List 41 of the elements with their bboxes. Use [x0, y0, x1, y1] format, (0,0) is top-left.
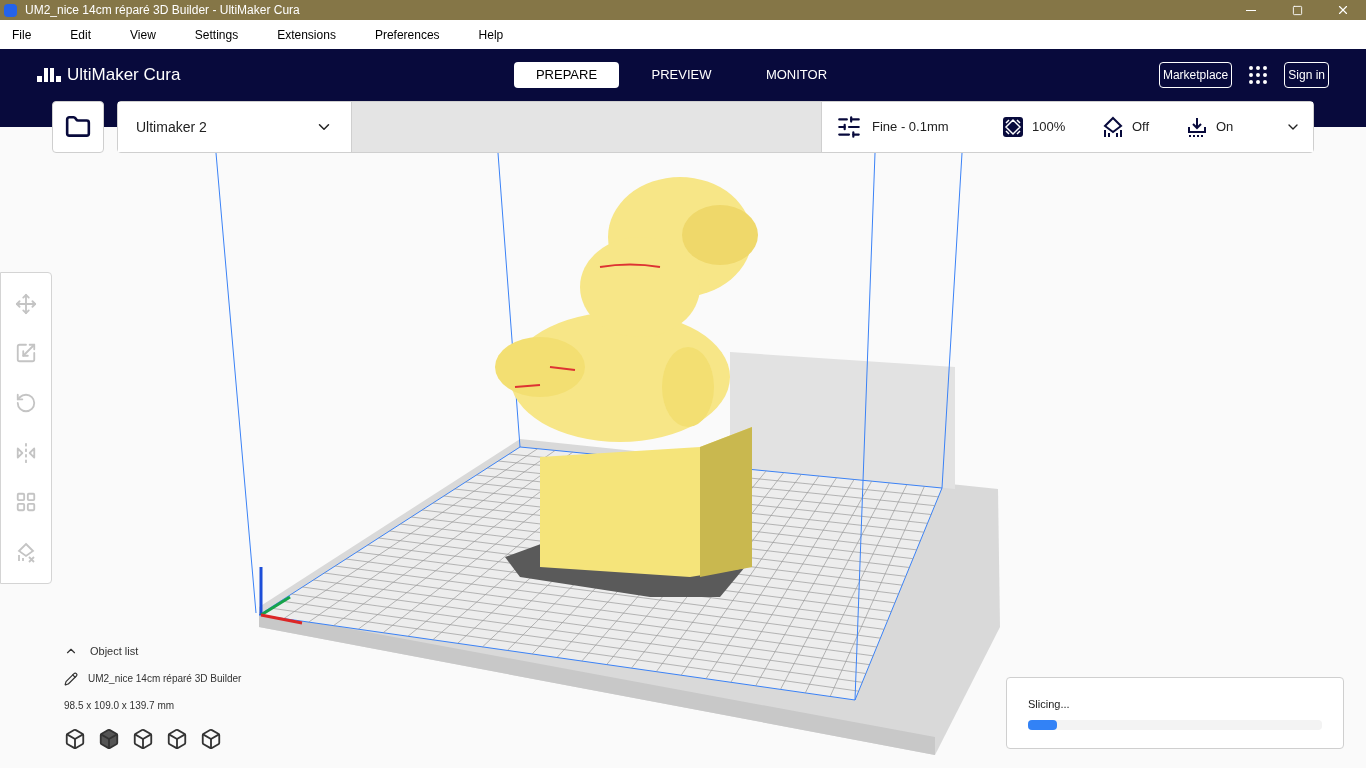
right-view-icon[interactable] [200, 728, 222, 750]
app-icon [4, 3, 17, 17]
menu-item[interactable]: Settings [187, 25, 246, 44]
window-title: UM2_nice 14cm réparé 3D Builder - UltiMaker Cura [25, 2, 300, 19]
open-file-button[interactable] [52, 101, 104, 153]
stage-tab[interactable]: MONITOR [744, 62, 849, 88]
edit-icon [64, 671, 78, 686]
adhesion-label: On [1216, 118, 1234, 137]
support-label: Off [1132, 118, 1151, 137]
slicing-status: Slicing... [1028, 696, 1071, 712]
logo-icon [37, 67, 61, 82]
front-view-icon[interactable] [98, 728, 120, 750]
stage-tab[interactable]: PREPARE [514, 62, 619, 88]
sign-in-button[interactable]: Sign in [1284, 62, 1329, 88]
menu-item[interactable]: File [5, 25, 39, 44]
infill-label: 100% [1032, 118, 1067, 137]
print-settings-panel[interactable]: Fine - 0.1mm 100% Off On [821, 102, 1313, 152]
left-view-icon[interactable] [166, 728, 188, 750]
infill-icon [1002, 116, 1024, 138]
object-name[interactable]: UM2_nice 14cm réparé 3D Builder [88, 671, 242, 686]
object-list-toggle[interactable]: Object list [64, 641, 242, 661]
profile-icon [836, 114, 862, 140]
close-icon [1336, 3, 1350, 17]
stage-tab[interactable]: PREVIEW [629, 62, 734, 88]
menu-item[interactable]: Extensions [270, 25, 343, 44]
folder-icon [65, 114, 91, 140]
restore-icon [1291, 4, 1303, 16]
minimize-icon [1246, 9, 1256, 11]
top-view-icon[interactable] [132, 728, 154, 750]
3d-view-icon[interactable] [64, 728, 86, 750]
support-icon [1102, 116, 1124, 138]
marketplace-button[interactable]: Marketplace [1158, 62, 1233, 88]
menu-item[interactable]: View [123, 25, 163, 44]
menu-item[interactable]: Preferences [367, 25, 447, 44]
menu-item[interactable]: Help [471, 25, 511, 44]
menu-item[interactable]: Edit [63, 25, 99, 44]
profile-label: Fine - 0.1mm [872, 118, 950, 137]
printer-selector[interactable]: Ultimaker 2 [118, 102, 352, 152]
object-dimensions: 98.5 x 109.0 x 139.7 mm [64, 699, 176, 713]
logo-text: UltiMaker Cura [67, 64, 181, 86]
adhesion-icon [1186, 116, 1208, 138]
